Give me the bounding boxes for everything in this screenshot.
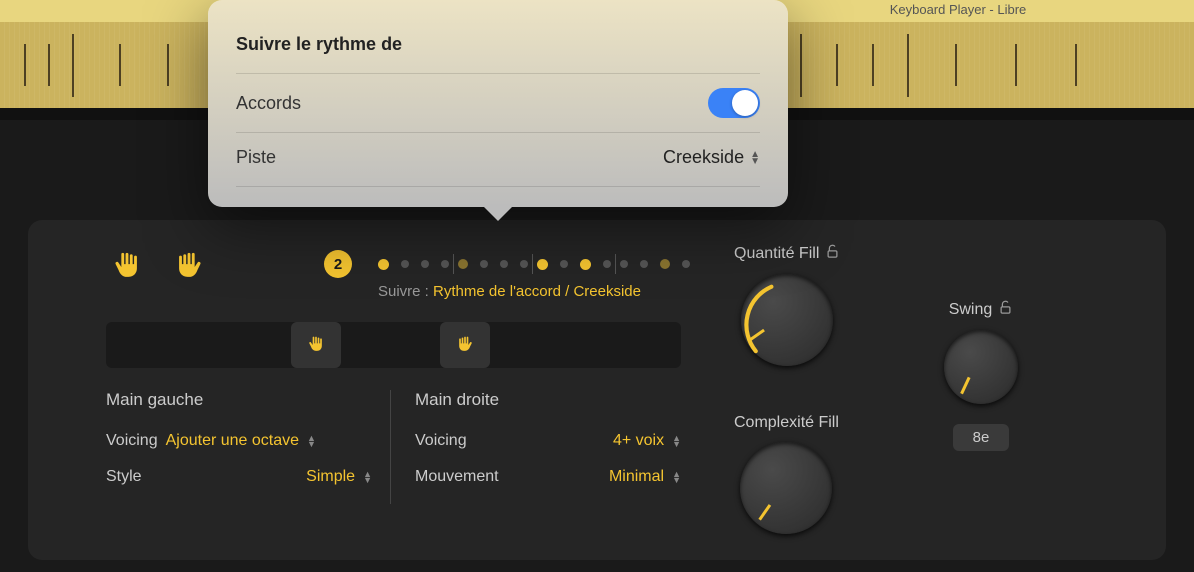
left-hand-column: Main gauche Voicing Ajouter une octave ▲… [106, 390, 390, 504]
fill-complexity-label: Complexité Fill [734, 414, 839, 432]
popover-heading: Suivre le rythme de [236, 34, 760, 55]
fill-amount-label: Quantité Fill [734, 245, 819, 263]
right-hand-position-button[interactable] [440, 322, 490, 368]
hand-position-strip [106, 322, 681, 368]
swing-knob[interactable] [944, 330, 1018, 404]
chevron-updown-icon: ▲▼ [672, 435, 681, 447]
track-title: Keyboard Player - Libre [808, 2, 1108, 17]
voicing-label: Voicing [106, 432, 158, 450]
right-hand-icon[interactable] [172, 250, 206, 289]
right-movement-select[interactable]: Minimal ▲▼ [609, 468, 681, 486]
left-voicing-select[interactable]: Ajouter une octave ▲▼ [166, 432, 316, 450]
piste-select[interactable]: Creekside ▲▼ [663, 147, 760, 168]
chevron-updown-icon: ▲▼ [307, 435, 316, 447]
right-hand-column: Main droite Voicing 4+ voix ▲▼ Mouvement… [390, 390, 681, 504]
chevron-updown-icon: ▲▼ [750, 151, 760, 165]
follow-label: Suivre : Rythme de l'accord / Creekside [378, 283, 641, 300]
swing-mode-button[interactable]: 8e [953, 424, 1010, 451]
left-hand-heading: Main gauche [106, 390, 372, 410]
session-player-editor: 2 Suivre : Rythme de l'accord / Creeksid… [28, 220, 1166, 560]
chevron-updown-icon: ▲▼ [672, 471, 681, 483]
movement-label: Mouvement [415, 468, 499, 486]
pattern-number-badge[interactable]: 2 [324, 250, 352, 278]
follow-popover: Suivre le rythme de Accords Piste Creeks… [208, 0, 788, 207]
voicing-label: Voicing [415, 432, 467, 450]
right-voicing-select[interactable]: 4+ voix ▲▼ [613, 432, 681, 450]
left-hand-position-button[interactable] [291, 322, 341, 368]
fill-complexity-knob[interactable] [740, 442, 832, 534]
accords-toggle[interactable] [708, 88, 760, 118]
left-hand-icon[interactable] [110, 250, 144, 289]
left-style-select[interactable]: Simple ▲▼ [306, 468, 372, 486]
unlock-icon[interactable] [825, 244, 840, 264]
chevron-updown-icon: ▲▼ [363, 471, 372, 483]
right-hand-heading: Main droite [415, 390, 681, 410]
accords-label: Accords [236, 93, 301, 114]
pattern-selector[interactable]: 2 [324, 250, 694, 278]
style-label: Style [106, 468, 142, 486]
fill-amount-knob[interactable] [741, 274, 833, 366]
swing-label: Swing [949, 301, 993, 319]
unlock-icon[interactable] [998, 300, 1013, 320]
piste-label: Piste [236, 147, 276, 168]
